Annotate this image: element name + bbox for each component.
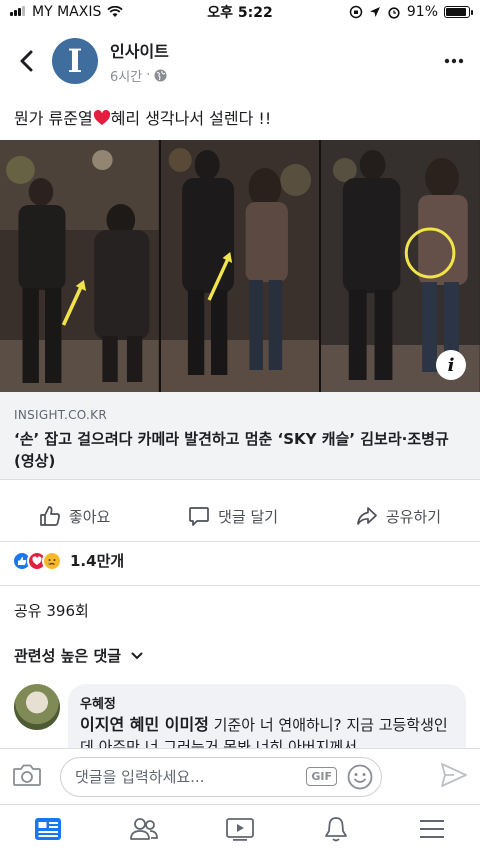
comment-composer: GIF	[0, 748, 480, 804]
media-panel-1	[0, 140, 159, 392]
send-icon	[441, 762, 467, 787]
post-actions: 좋아요 댓글 달기 공유하기	[0, 496, 480, 536]
media-panel-2	[158, 140, 320, 392]
comment-input-wrapper: GIF	[60, 756, 382, 797]
share-button[interactable]: 공유하기	[356, 505, 441, 527]
meta-separator: ·	[146, 67, 151, 83]
comment-icon	[189, 507, 209, 526]
page-name[interactable]: 인사이트	[110, 38, 169, 62]
tab-menu[interactable]	[402, 809, 462, 849]
camera-icon	[13, 764, 41, 786]
link-domain: INSIGHT.CO.KR	[14, 408, 107, 422]
avatar[interactable]	[14, 684, 60, 730]
post-media[interactable]: i	[0, 140, 480, 392]
like-button[interactable]: 좋아요	[39, 505, 110, 527]
share-icon	[357, 507, 377, 525]
gif-button[interactable]: GIF	[306, 767, 337, 786]
reactions-summary[interactable]: 1.4만개	[12, 550, 124, 571]
heart-emoji-icon	[93, 110, 110, 125]
notifications-icon	[325, 817, 347, 842]
link-title: ‘손’ 잡고 걸으려다 카메라 발견하고 멈춘 ‘SKY 캐슬’ 김보라·조병규…	[14, 430, 449, 470]
link-preview[interactable]: INSIGHT.CO.KR ‘손’ 잡고 걸으려다 카메라 발견하고 멈춘 ‘S…	[0, 392, 480, 480]
share-label: 공유하기	[385, 507, 442, 526]
reactions-count: 1.4만개	[70, 552, 125, 570]
status-time: 오후 5:22	[207, 5, 273, 21]
comment-tags[interactable]: 이지연 혜민 이미정	[80, 715, 209, 734]
post-text-part1: 뭔가 류준열	[14, 109, 93, 128]
globe-icon	[154, 69, 167, 81]
divider	[0, 541, 480, 542]
back-arrow-icon	[20, 50, 33, 72]
more-icon	[444, 58, 464, 64]
comment-filter-dropdown[interactable]: 관련성 높은 댓글	[14, 645, 143, 666]
divider	[0, 585, 480, 586]
post-meta: 6시간 ·	[110, 66, 169, 85]
comment-label: 댓글 달기	[218, 507, 279, 526]
watch-icon	[226, 818, 254, 841]
comment-button[interactable]: 댓글 달기	[188, 505, 278, 527]
like-icon	[40, 506, 60, 526]
chevron-down-icon	[131, 652, 143, 659]
tab-watch[interactable]	[210, 809, 270, 849]
like-label: 좋아요	[68, 507, 111, 526]
reaction-icons	[12, 550, 62, 571]
shares-count[interactable]: 공유 396회	[14, 600, 89, 621]
menu-icon	[420, 820, 444, 838]
news-feed-icon	[35, 818, 61, 840]
post-time[interactable]: 6시간	[110, 66, 142, 85]
camera-button[interactable]	[12, 762, 42, 792]
tab-news-feed[interactable]	[18, 809, 78, 849]
friends-icon	[130, 818, 158, 840]
more-button[interactable]	[428, 41, 480, 81]
status-bar: MY MAXIS 오후 5:22 91%	[0, 0, 480, 24]
comment-input[interactable]	[75, 767, 307, 786]
sticker-icon[interactable]	[347, 764, 373, 790]
tab-friends[interactable]	[114, 809, 174, 849]
battery-icon	[444, 6, 473, 18]
send-button[interactable]	[440, 762, 468, 792]
post-text-part2: 혜리 생각나서 설렌다 !!	[110, 109, 272, 128]
sad-reaction-icon	[42, 550, 62, 571]
info-icon[interactable]: i	[436, 350, 466, 380]
post-text: 뭔가 류준열 혜리 생각나서 설렌다 !!	[14, 105, 466, 129]
comment-filter-label: 관련성 높은 댓글	[14, 647, 122, 665]
bottom-tab-bar	[0, 804, 480, 853]
tab-notifications[interactable]	[306, 809, 366, 849]
back-button[interactable]	[0, 35, 52, 87]
comment-author[interactable]: 우혜정	[80, 693, 454, 712]
page-info: 인사이트 6시간 ·	[110, 38, 169, 85]
page-avatar[interactable]: I	[52, 38, 98, 84]
post-header: I 인사이트 6시간 ·	[0, 30, 480, 92]
